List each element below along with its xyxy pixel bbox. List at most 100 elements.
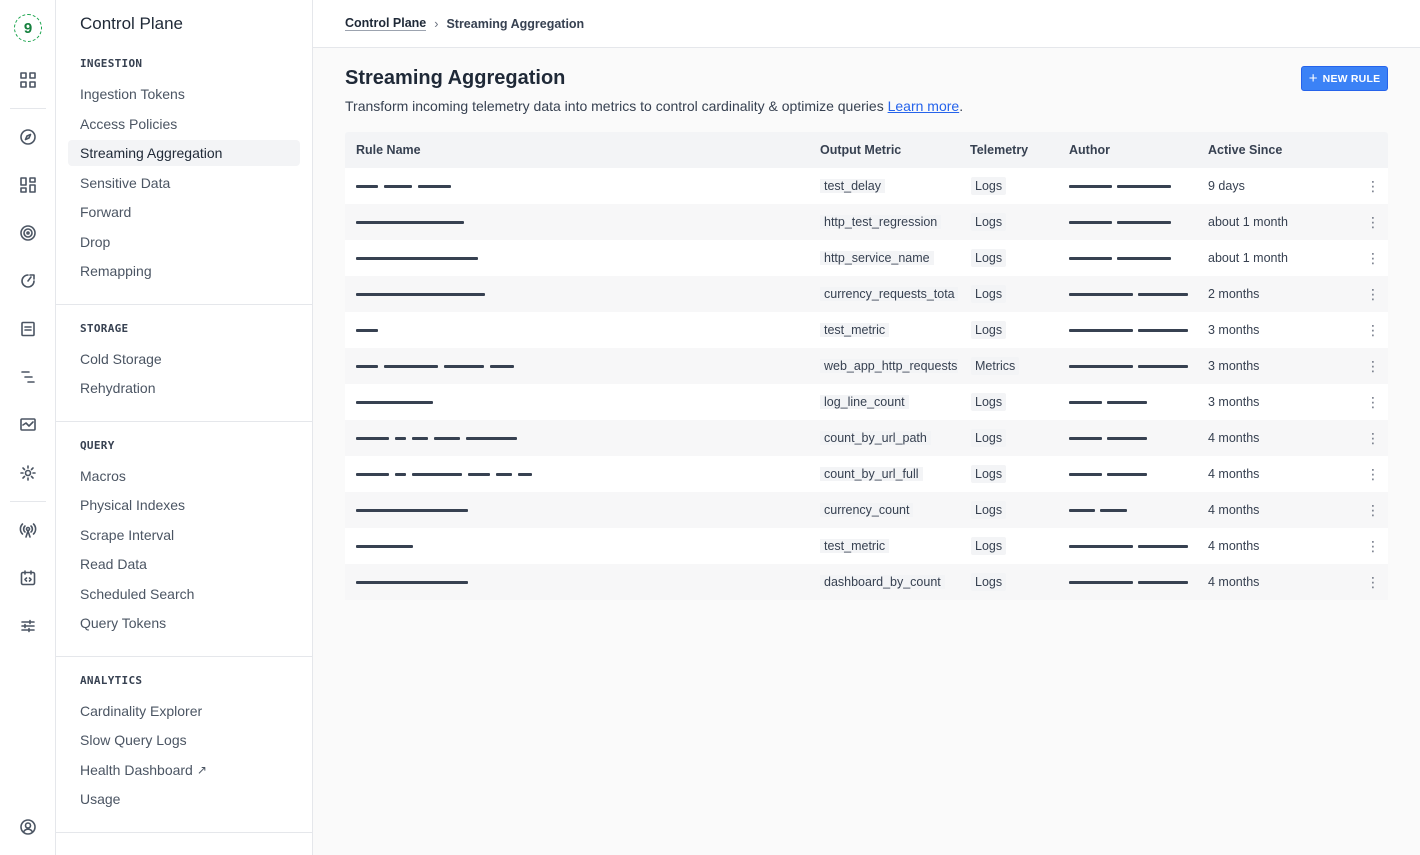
nav-item-slow-query-logs[interactable]: Slow Query Logs — [68, 727, 300, 753]
table-row[interactable]: test_delay Logs 9 days ⋮ — [345, 168, 1388, 204]
redacted-text — [395, 472, 406, 476]
kebab-menu-icon[interactable]: ⋮ — [1358, 322, 1388, 339]
output-metric-value: currency_requests_tota — [820, 287, 958, 301]
redacted-text — [1107, 400, 1147, 404]
new-rule-button[interactable]: + NEW RULE — [1301, 66, 1388, 91]
column-header-active-since[interactable]: Active Since — [1208, 143, 1358, 157]
table-row[interactable]: web_app_http_requests Metrics 3 months ⋮ — [345, 348, 1388, 384]
kebab-menu-icon[interactable]: ⋮ — [1358, 250, 1388, 267]
table-row[interactable]: dashboard_by_count Logs 4 months ⋮ — [345, 564, 1388, 600]
cell-author — [1058, 508, 1208, 512]
description-text: Transform incoming telemetry data into m… — [345, 98, 888, 114]
chevron-right-icon: › — [434, 16, 439, 31]
kebab-menu-icon[interactable]: ⋮ — [1358, 358, 1388, 375]
tree-icon[interactable] — [14, 363, 42, 391]
cell-rule-name — [345, 364, 808, 368]
cell-author — [1058, 256, 1208, 260]
redacted-text — [496, 472, 512, 476]
table-row[interactable]: currency_requests_tota Logs 2 months ⋮ — [345, 276, 1388, 312]
output-metric-value: log_line_count — [820, 395, 909, 409]
nav-item-drop[interactable]: Drop — [68, 229, 300, 255]
table-row[interactable]: count_by_url_full Logs 4 months ⋮ — [345, 456, 1388, 492]
nav-item-forward[interactable]: Forward — [68, 199, 300, 225]
sliders-icon[interactable] — [14, 612, 42, 640]
table-row[interactable]: log_line_count Logs 3 months ⋮ — [345, 384, 1388, 420]
cell-rule-name — [345, 436, 808, 440]
nav-item-access-policies[interactable]: Access Policies — [68, 111, 300, 137]
column-header-telemetry[interactable]: Telemetry — [958, 143, 1058, 157]
nav-item-sensitive-data[interactable]: Sensitive Data — [68, 170, 300, 196]
target-icon[interactable] — [14, 219, 42, 247]
table-row[interactable]: count_by_url_path Logs 4 months ⋮ — [345, 420, 1388, 456]
table-row[interactable]: http_test_regression Logs about 1 month ⋮ — [345, 204, 1388, 240]
kebab-menu-icon[interactable]: ⋮ — [1358, 538, 1388, 555]
nav-item-scrape-interval[interactable]: Scrape Interval — [68, 522, 300, 548]
nav-item-ingestion-tokens[interactable]: Ingestion Tokens — [68, 81, 300, 107]
column-header-author[interactable]: Author — [1058, 143, 1208, 157]
learn-more-link[interactable]: Learn more — [888, 98, 960, 114]
page-title: Streaming Aggregation — [345, 67, 566, 89]
cell-active-since: about 1 month — [1208, 251, 1288, 265]
table-header: Rule Name Output Metric Telemetry Author… — [345, 132, 1388, 168]
nav-item-health-dashboard[interactable]: Health Dashboard ↗ — [68, 757, 300, 783]
nav-item-scheduled-search[interactable]: Scheduled Search — [68, 581, 300, 607]
table-row[interactable]: http_service_name Logs about 1 month ⋮ — [345, 240, 1388, 276]
telemetry-value: Logs — [971, 321, 1007, 339]
nav-item-read-data[interactable]: Read Data — [68, 551, 300, 577]
user-circle-icon[interactable] — [14, 813, 42, 841]
nav-title: Control Plane — [80, 14, 184, 33]
redacted-text — [356, 508, 468, 512]
table-body: test_delay Logs 9 days ⋮ http_test_regressio… — [345, 168, 1388, 600]
main-content: Streaming Aggregation Transform incoming… — [313, 48, 1420, 855]
kebab-menu-icon[interactable]: ⋮ — [1358, 502, 1388, 519]
nav-item-cardinality-explorer[interactable]: Cardinality Explorer — [68, 698, 300, 724]
cell-output-metric: log_line_count — [808, 395, 958, 409]
column-header-output-metric[interactable]: Output Metric — [808, 143, 958, 157]
logo-icon[interactable]: 9 — [14, 14, 42, 42]
calendar-code-icon[interactable] — [14, 564, 42, 592]
table-row[interactable]: currency_count Logs 4 months ⋮ — [345, 492, 1388, 528]
breadcrumb-link-control-plane[interactable]: Control Plane — [345, 16, 427, 31]
nav-item-macros[interactable]: Macros — [68, 463, 300, 489]
kebab-menu-icon[interactable]: ⋮ — [1358, 214, 1388, 231]
cell-output-metric: count_by_url_full — [808, 467, 958, 481]
gauge-icon[interactable] — [14, 267, 42, 295]
kebab-menu-icon[interactable]: ⋮ — [1358, 394, 1388, 411]
column-header-rule-name[interactable]: Rule Name — [345, 143, 808, 157]
output-metric-value: http_service_name — [820, 251, 934, 265]
kebab-menu-icon[interactable]: ⋮ — [1358, 430, 1388, 447]
cell-author — [1058, 472, 1208, 476]
kebab-menu-icon[interactable]: ⋮ — [1358, 286, 1388, 303]
nav-item-cold-storage[interactable]: Cold Storage — [68, 346, 300, 372]
redacted-text — [1138, 364, 1188, 368]
kebab-menu-icon[interactable]: ⋮ — [1358, 466, 1388, 483]
nav-item-remapping[interactable]: Remapping — [68, 258, 300, 284]
apps-icon[interactable] — [14, 66, 42, 94]
output-metric-value: web_app_http_requests — [820, 359, 958, 373]
kebab-menu-icon[interactable]: ⋮ — [1358, 178, 1388, 195]
cell-author — [1058, 436, 1208, 440]
table-row[interactable]: test_metric Logs 4 months ⋮ — [345, 528, 1388, 564]
nav-item-query-tokens[interactable]: Query Tokens — [68, 610, 300, 636]
kebab-menu-icon[interactable]: ⋮ — [1358, 574, 1388, 591]
dashboard-icon[interactable] — [14, 171, 42, 199]
redacted-text — [1069, 364, 1133, 368]
redacted-text — [1138, 544, 1188, 548]
new-rule-label: NEW RULE — [1322, 72, 1381, 85]
nav-item-rehydration[interactable]: Rehydration — [68, 375, 300, 401]
nav-item-streaming-aggregation[interactable]: Streaming Aggregation — [68, 140, 300, 166]
nav-item-physical-indexes[interactable]: Physical Indexes — [68, 492, 300, 518]
section-heading-ingestion: INGESTION — [80, 57, 143, 70]
output-metric-value: dashboard_by_count — [820, 575, 945, 589]
rules-table: Rule Name Output Metric Telemetry Author… — [345, 132, 1388, 600]
compass-icon[interactable] — [14, 123, 42, 151]
nav-item-usage[interactable]: Usage — [68, 786, 300, 812]
table-row[interactable]: test_metric Logs 3 months ⋮ — [345, 312, 1388, 348]
monitor-icon[interactable] — [14, 411, 42, 439]
cell-telemetry: Logs — [958, 177, 1058, 195]
telemetry-value: Logs — [971, 249, 1007, 267]
cell-active-since: 4 months — [1208, 503, 1260, 517]
settings-gear-icon[interactable] — [14, 459, 42, 487]
document-icon[interactable] — [14, 315, 42, 343]
antenna-icon[interactable] — [14, 516, 42, 544]
